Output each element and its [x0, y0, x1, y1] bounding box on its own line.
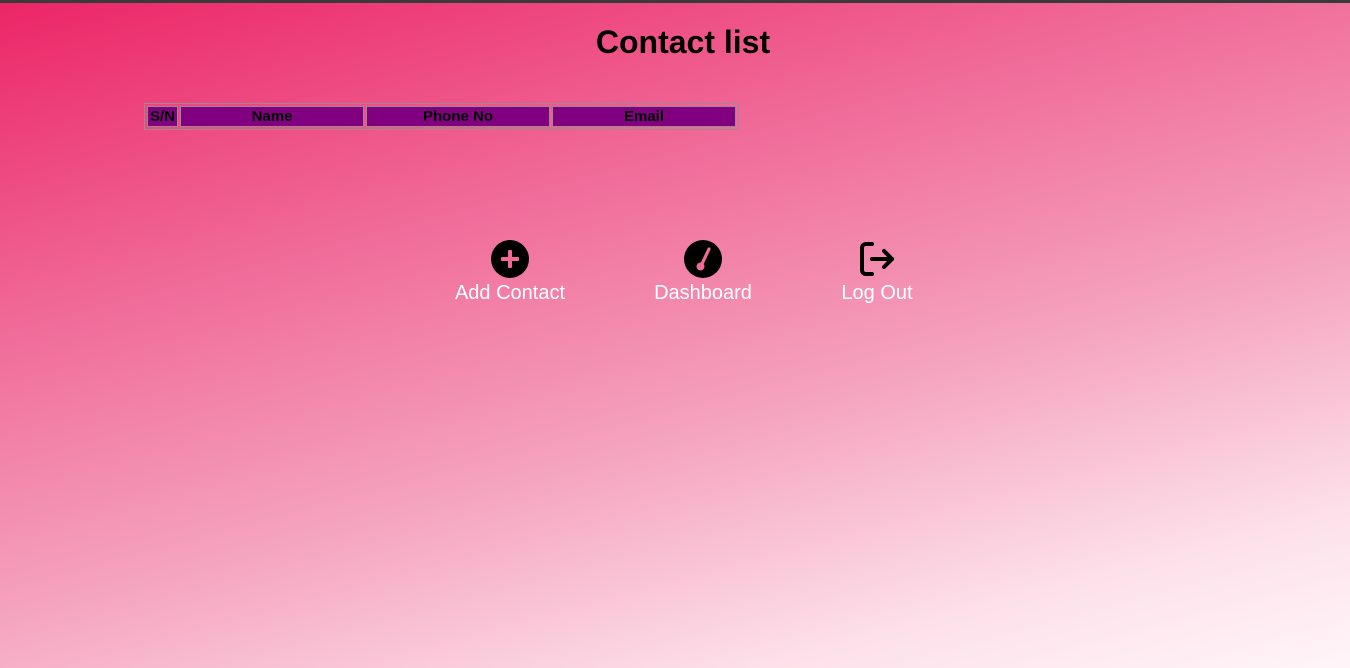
plus-circle-icon [491, 240, 529, 278]
add-contact-label: Add Contact [454, 282, 566, 304]
column-header-phone: Phone No [366, 106, 550, 127]
logout-icon [860, 242, 894, 276]
table-header-row: S/N Name Phone No Email [147, 106, 736, 127]
top-border [0, 0, 1350, 3]
column-header-email: Email [552, 106, 736, 127]
logout-link[interactable]: Log Out [839, 240, 915, 304]
page-title: Contact list [595, 24, 771, 60]
column-header-sn: S/N [147, 106, 178, 127]
column-header-name: Name [180, 106, 364, 127]
logout-label: Log Out [841, 282, 913, 304]
dashboard-label: Dashboard [654, 282, 752, 304]
gauge-icon [684, 240, 722, 278]
contacts-table: S/N Name Phone No Email [144, 103, 739, 130]
add-contact-link[interactable]: Add Contact [452, 240, 568, 304]
dashboard-link[interactable]: Dashboard [652, 240, 754, 304]
